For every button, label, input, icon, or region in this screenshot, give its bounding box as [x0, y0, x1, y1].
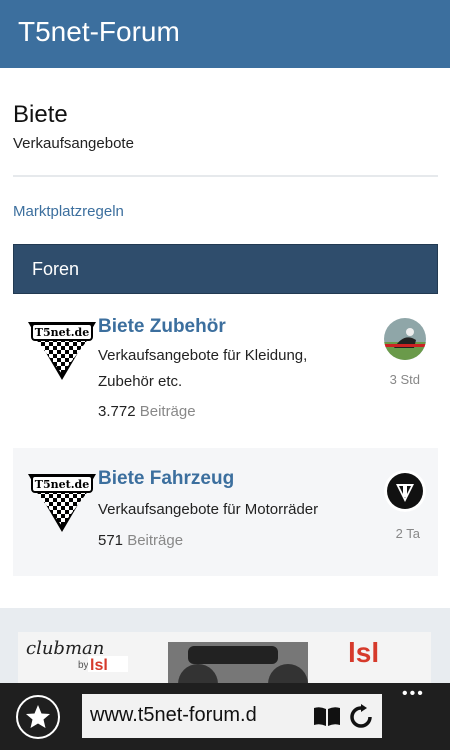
forum-title[interactable]: Biete Zubehör [98, 316, 226, 338]
ad-banner-image[interactable]: clubman by lsl lsl [18, 632, 431, 688]
user-avatar[interactable] [384, 318, 426, 360]
forum-post-count: 571 Beiträge [98, 532, 183, 549]
forum-description: Verkaufsangebote für Kleidung, Zubehör e… [98, 347, 308, 390]
forum-post-count: 3.772 Beiträge [98, 403, 196, 420]
forum-item[interactable]: T5net.de Biete Fahrzeug Verkaufsangebote… [13, 448, 438, 576]
site-title[interactable]: T5net-Forum [18, 16, 180, 48]
count-value: 3.772 [98, 403, 136, 420]
section-title: Foren [32, 259, 80, 279]
svg-text:T5net.de: T5net.de [35, 326, 89, 339]
t5net-logo-icon: T5net.de [25, 470, 99, 534]
reading-view-icon[interactable] [312, 704, 342, 728]
page-title: Biete [13, 101, 68, 128]
t5net-logo-icon: T5net.de [25, 318, 99, 382]
count-value: 571 [98, 532, 124, 549]
last-post-time: 3 Std [389, 372, 420, 387]
user-avatar[interactable] [384, 470, 426, 512]
forum-description: Verkaufsangebote für Motorräder [98, 501, 319, 518]
star-icon [26, 705, 50, 728]
forum-item[interactable]: T5net.de Biete Zubehör Verkaufsangebote … [13, 296, 438, 440]
svg-text:by: by [78, 660, 89, 671]
svg-text:T5net.de: T5net.de [35, 478, 89, 491]
forum-title[interactable]: Biete Fahrzeug [98, 468, 234, 490]
last-post-time: 2 Ta [395, 526, 420, 541]
app-header: T5net-Forum [0, 0, 450, 68]
marketplace-rules-link[interactable]: Marktplatzregeln [13, 203, 124, 220]
svg-text:lsl: lsl [348, 637, 379, 668]
page-subtitle: Verkaufsangebote [13, 135, 134, 152]
divider [13, 175, 438, 177]
address-bar[interactable]: www.t5net-forum.d [82, 694, 382, 738]
svg-text:lsl: lsl [90, 657, 108, 674]
forums-section-header: Foren [13, 244, 438, 294]
ad-area: clubman by lsl lsl [0, 608, 450, 688]
svg-text:clubman: clubman [26, 638, 104, 659]
favorites-button[interactable] [16, 695, 60, 739]
count-label: Beiträge [139, 403, 196, 420]
refresh-icon[interactable] [348, 704, 374, 730]
browser-toolbar: www.t5net-forum.d ••• [0, 683, 450, 750]
more-menu-button[interactable]: ••• [402, 685, 425, 703]
url-text[interactable]: www.t5net-forum.d [90, 704, 308, 727]
count-label: Beiträge [127, 532, 184, 549]
